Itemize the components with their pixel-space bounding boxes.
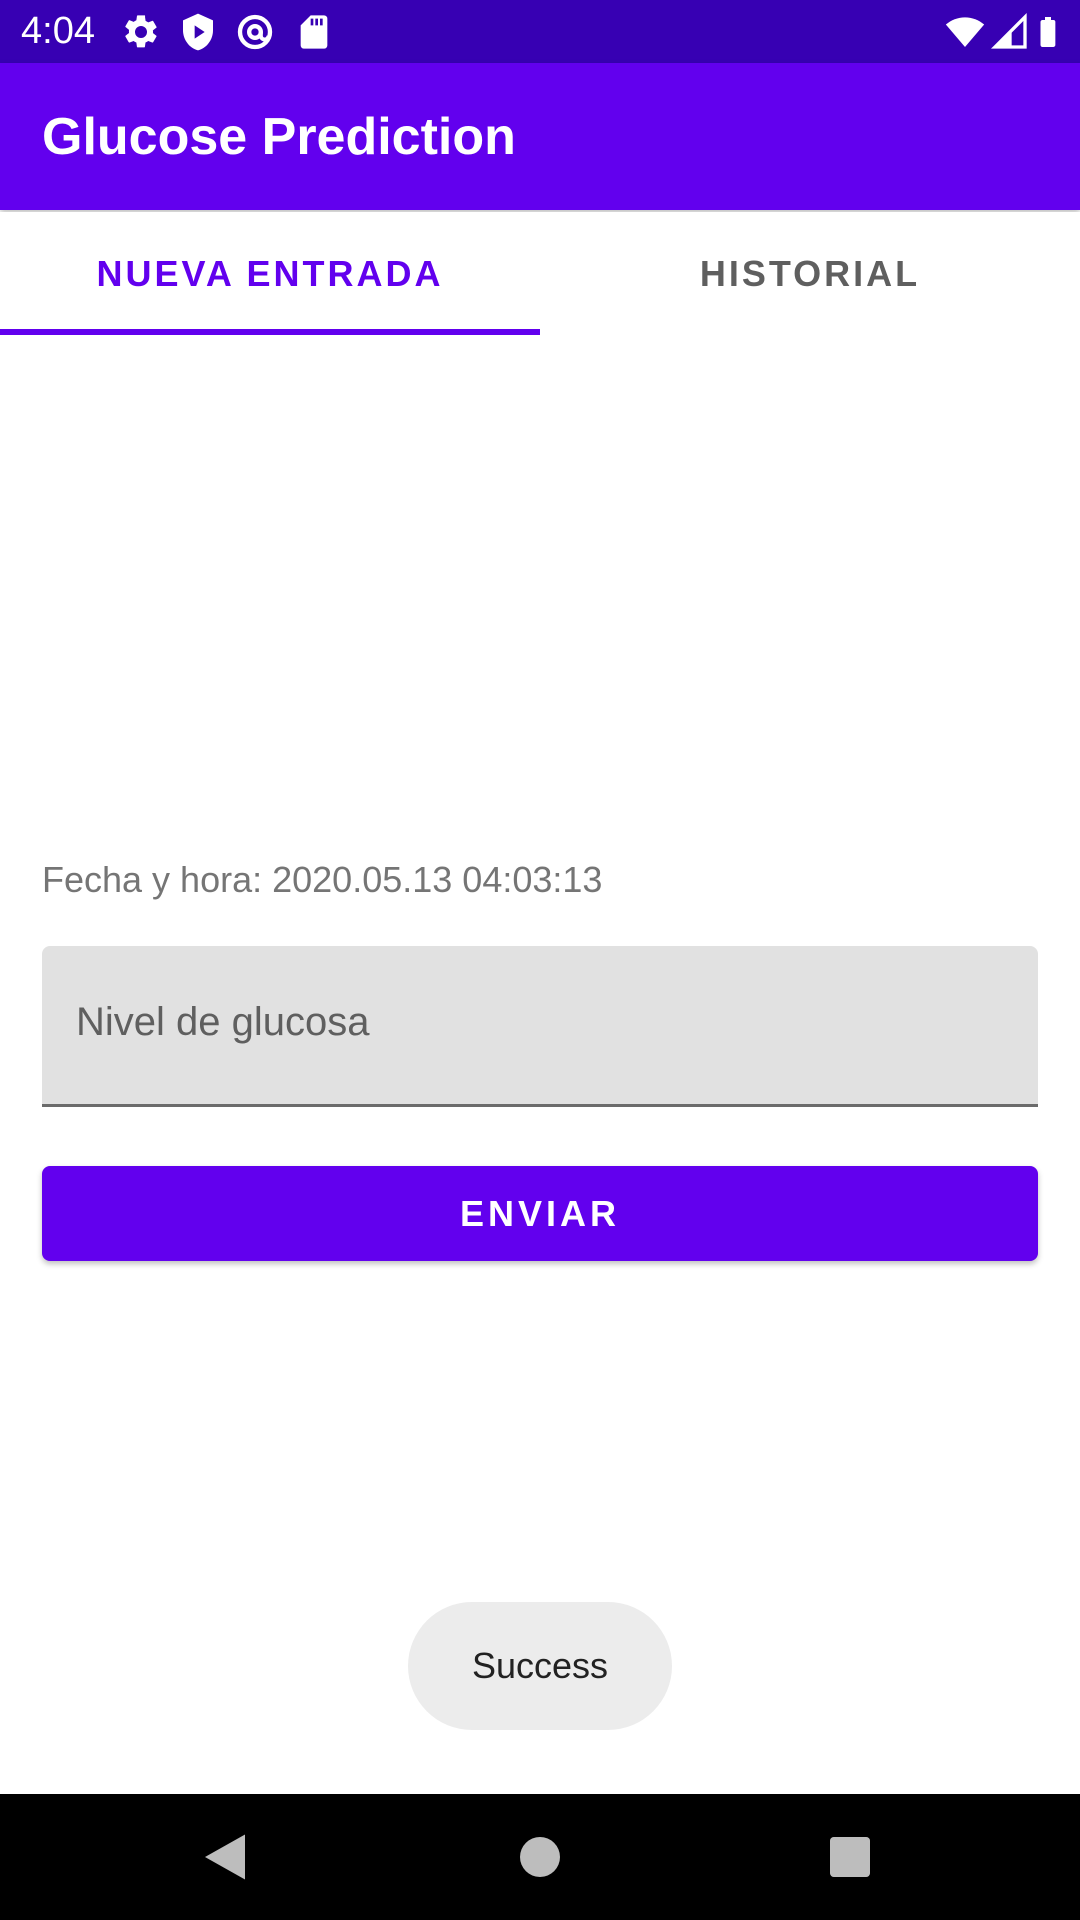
sd-card-icon: [300, 15, 328, 49]
tab-bar: NUEVA ENTRADA HISTORIAL: [0, 212, 1080, 335]
shield-play-icon: [183, 13, 213, 51]
tab-nueva-entrada[interactable]: NUEVA ENTRADA: [0, 212, 540, 335]
tab-historial[interactable]: HISTORIAL: [540, 212, 1080, 335]
success-toast: Success: [408, 1602, 672, 1730]
app-title: Glucose Prediction: [42, 108, 516, 166]
datetime-label: Fecha y hora: 2020.05.13 04:03:13: [42, 859, 603, 900]
navigation-bar: [0, 1794, 1080, 1920]
wifi-icon: [945, 17, 985, 47]
app-bar: Glucose Prediction: [0, 63, 1080, 210]
tab-indicator: [0, 329, 540, 335]
glucose-input[interactable]: [74, 986, 1008, 1058]
glucose-field[interactable]: [42, 946, 1038, 1107]
signal-icon: [990, 12, 1027, 49]
gear-icon: [125, 15, 157, 48]
status-bar: 4:04: [0, 0, 1080, 63]
home-icon[interactable]: [510, 1827, 570, 1887]
back-icon[interactable]: [195, 1827, 255, 1887]
recents-icon[interactable]: [820, 1827, 880, 1887]
status-time: 4:04: [21, 10, 95, 52]
at-sign-icon: [237, 14, 273, 50]
battery-icon: [1040, 17, 1056, 47]
send-button[interactable]: ENVIAR: [42, 1166, 1038, 1261]
